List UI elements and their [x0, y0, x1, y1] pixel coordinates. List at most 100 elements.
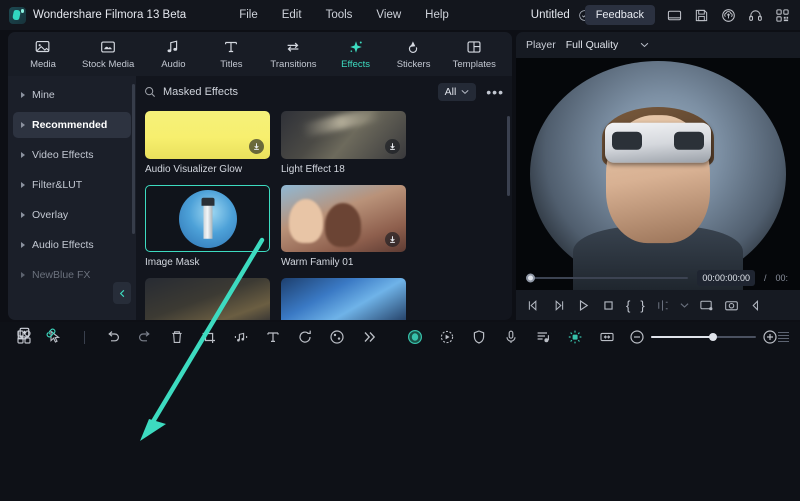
effect-card-row3-1[interactable]: [145, 278, 270, 320]
trash-icon[interactable]: [169, 329, 185, 345]
tab-titles-label: Titles: [220, 59, 243, 70]
menu-view[interactable]: View: [364, 5, 413, 25]
effects-scrollbar[interactable]: [507, 116, 510, 196]
tab-stickers-label: Stickers: [396, 59, 431, 70]
next-frame-button[interactable]: [551, 298, 566, 313]
tab-stickers[interactable]: Stickers: [388, 35, 440, 73]
fit-width-icon[interactable]: [599, 329, 615, 345]
link-chain-icon[interactable]: [44, 326, 58, 340]
video-preview[interactable]: [516, 58, 800, 290]
save-icon[interactable]: [694, 8, 709, 23]
tab-transitions[interactable]: Transitions: [263, 35, 323, 73]
feedback-button[interactable]: Feedback: [584, 5, 655, 25]
player-quality-dropdown[interactable]: Full Quality: [566, 39, 650, 51]
tab-media[interactable]: Media: [17, 35, 69, 73]
tab-titles[interactable]: Titles: [205, 35, 257, 73]
fullscreen-button[interactable]: [699, 298, 714, 313]
download-icon[interactable]: [385, 139, 400, 154]
tab-templates[interactable]: Templates: [446, 35, 503, 73]
ai-circle-icon[interactable]: [407, 329, 423, 345]
crop-icon[interactable]: [201, 329, 217, 345]
effects-browser-panel: Masked Effects All ••• Audio Visualizer …: [136, 76, 512, 320]
category-scrollbar[interactable]: [132, 84, 135, 234]
category-overlay[interactable]: Overlay: [13, 202, 131, 228]
mark-in-button[interactable]: {: [626, 298, 630, 313]
more-options-icon[interactable]: •••: [486, 85, 504, 99]
download-icon[interactable]: [385, 232, 400, 247]
redo-arrow-icon[interactable]: [137, 329, 153, 345]
effects-filter-label: All: [444, 86, 457, 98]
play-button[interactable]: [576, 298, 591, 313]
aspect-ratio-button[interactable]: [680, 298, 689, 313]
menu-tools[interactable]: Tools: [314, 5, 365, 25]
scrubber-handle[interactable]: [526, 273, 535, 283]
category-mine[interactable]: Mine: [13, 82, 131, 108]
shield-mask-icon[interactable]: [471, 329, 487, 345]
effect-card-warm-family-01[interactable]: Warm Family 01: [281, 185, 406, 268]
markers-button[interactable]: [749, 298, 764, 313]
download-icon[interactable]: [249, 139, 264, 154]
category-label: Filter&LUT: [32, 179, 83, 191]
effect-label: Image Mask: [145, 257, 200, 268]
add-track-icon[interactable]: [16, 326, 31, 341]
chevron-double-right-icon[interactable]: [361, 329, 377, 345]
stock-media-icon: [101, 41, 116, 53]
split-button[interactable]: [655, 298, 670, 313]
tab-audio[interactable]: Audio: [147, 35, 199, 73]
menu-file[interactable]: File: [227, 5, 270, 25]
document-title-area: Untitled: [531, 9, 591, 22]
color-palette-icon[interactable]: [329, 329, 345, 345]
tab-templates-label: Templates: [452, 59, 496, 70]
headset-support-icon[interactable]: [748, 8, 763, 23]
tab-transitions-label: Transitions: [270, 59, 317, 70]
vr-headset-graphic: [605, 122, 711, 163]
tab-effects-label: Effects: [341, 59, 370, 70]
undo-arrow-icon[interactable]: [105, 329, 121, 345]
text-t-icon[interactable]: [265, 329, 281, 345]
tab-stock-media[interactable]: Stock Media: [75, 35, 141, 73]
player-label: Player: [526, 39, 556, 51]
zoom-in-icon[interactable]: [762, 329, 778, 345]
audio-note-icon: [167, 40, 178, 53]
effects-grid: Audio Visualizer Glow Light Effect 18 Im…: [136, 105, 512, 320]
tab-effects[interactable]: Effects: [330, 35, 382, 73]
menu-edit[interactable]: Edit: [270, 5, 314, 25]
menu-help[interactable]: Help: [413, 5, 461, 25]
layout-icon[interactable]: [667, 8, 682, 23]
playback-scrubber[interactable]: [526, 273, 689, 283]
motion-track-icon[interactable]: [439, 329, 455, 345]
effects-filter-dropdown[interactable]: All: [437, 83, 477, 101]
rotate-icon[interactable]: [297, 329, 313, 345]
category-audio-effects[interactable]: Audio Effects: [13, 232, 131, 258]
category-recommended[interactable]: Recommended: [13, 112, 131, 138]
zoom-slider-handle[interactable]: [709, 333, 718, 341]
effect-label: Light Effect 18: [281, 164, 345, 175]
stop-button[interactable]: [601, 298, 616, 313]
search-icon[interactable]: [144, 86, 156, 98]
collapse-categories-button[interactable]: [113, 282, 131, 304]
timeline-zoom-control: [629, 329, 778, 345]
snapshot-button[interactable]: [724, 298, 739, 313]
category-video-effects[interactable]: Video Effects: [13, 142, 131, 168]
keyframe-sparkle-icon[interactable]: [567, 329, 583, 345]
effect-card-row3-2[interactable]: [281, 278, 406, 320]
effect-card-image-mask[interactable]: Image Mask: [145, 185, 270, 268]
grid-apps-icon[interactable]: [775, 8, 790, 23]
zoom-slider[interactable]: [651, 333, 757, 341]
app-title: Wondershare Filmora 13 Beta: [33, 9, 187, 21]
effects-sparkle-icon: [349, 41, 362, 53]
category-filter-lut[interactable]: Filter&LUT: [13, 172, 131, 198]
mark-out-button[interactable]: }: [640, 298, 644, 313]
marker-list-icon[interactable]: [535, 329, 551, 345]
zoom-out-icon[interactable]: [629, 329, 645, 345]
microphone-icon[interactable]: [503, 329, 519, 345]
cloud-upload-icon[interactable]: [721, 8, 736, 23]
timeline-resize-grip[interactable]: [778, 332, 792, 342]
effect-card-audio-visualizer-glow[interactable]: Audio Visualizer Glow: [145, 111, 270, 175]
category-label: Mine: [32, 89, 55, 101]
tab-stock-media-label: Stock Media: [82, 59, 135, 70]
previous-frame-button[interactable]: [526, 298, 541, 313]
category-label: NewBlue FX: [32, 269, 91, 281]
effect-card-light-effect-18[interactable]: Light Effect 18: [281, 111, 406, 175]
audio-wave-icon[interactable]: [233, 329, 249, 345]
